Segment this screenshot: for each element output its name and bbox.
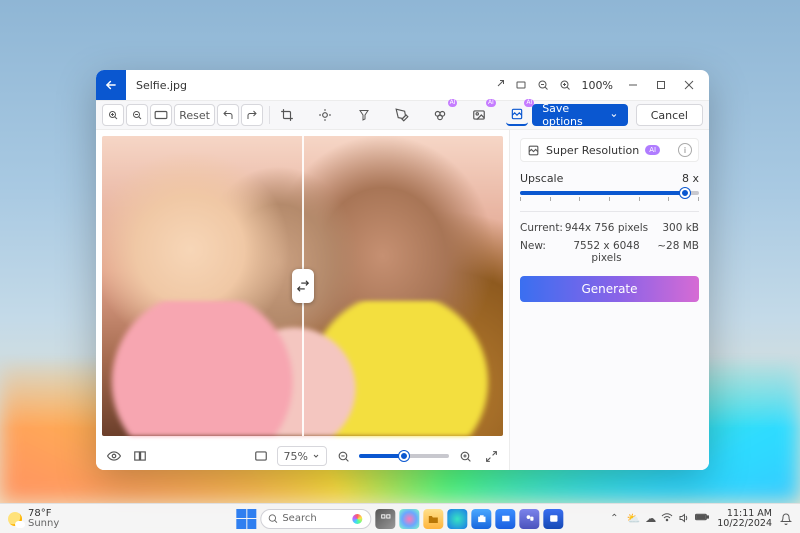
zoom-in-tool[interactable] (102, 104, 124, 126)
aspect-100-tool[interactable] (150, 104, 172, 126)
teams-icon[interactable] (520, 509, 540, 529)
chevron-down-icon (610, 111, 618, 120)
canvas-zoom-dropdown[interactable]: 75% (277, 446, 327, 466)
super-resolution-panel: Super Resolution AI i Upscale 8 x Curren… (509, 130, 709, 470)
swap-horizontal-icon (296, 279, 310, 293)
weather-temp: 78°F (28, 509, 59, 519)
upscale-ticks (520, 197, 699, 201)
current-label: Current: (520, 222, 560, 234)
save-options-button[interactable]: Save options (532, 104, 628, 126)
canvas-bottom-bar: 75% (96, 442, 509, 470)
search-icon (267, 513, 278, 524)
filter-tool[interactable] (353, 104, 375, 126)
zoom-percent-display: 100% (582, 79, 613, 92)
windows-taskbar: 78°F Sunny Search ⌃ ⛅ ☁ 11:11 AM (0, 503, 800, 533)
slider-thumb[interactable] (399, 451, 409, 461)
photos-editor-window: Selfie.jpg 100% Reset (96, 70, 709, 470)
visibility-toggle[interactable] (104, 446, 124, 466)
edge-browser-icon[interactable] (448, 509, 468, 529)
generate-button[interactable]: Generate (520, 276, 699, 302)
system-tray[interactable]: ⛅ ☁ (627, 512, 710, 525)
file-name: Selfie.jpg (136, 79, 187, 92)
compare-icon[interactable] (130, 446, 150, 466)
open-external-icon[interactable] (488, 73, 510, 97)
canvas-area: 75% (96, 130, 509, 470)
upscale-value: 8 x (682, 172, 699, 185)
adjust-tool[interactable] (314, 104, 336, 126)
canvas-zoom-slider[interactable] (359, 454, 449, 458)
current-dimensions: 944x 756 pixels (560, 222, 653, 234)
volume-icon[interactable] (678, 512, 690, 525)
taskbar-search[interactable]: Search (260, 509, 371, 529)
ai-badge-icon: AI (448, 99, 458, 107)
taskbar-right: ⌃ ⛅ ☁ 11:11 AM 10/22/2024 (610, 509, 800, 529)
panel-title: Super Resolution (546, 144, 639, 157)
resolution-stats: Current: 944x 756 pixels 300 kB New: 755… (520, 222, 699, 264)
zoom-out-icon[interactable] (532, 73, 554, 97)
panel-header: Super Resolution AI i (520, 138, 699, 162)
canvas-zoom-in[interactable] (455, 446, 475, 466)
new-label: New: (520, 240, 560, 264)
comparison-handle[interactable] (292, 269, 314, 303)
search-highlight-icon (353, 514, 363, 524)
task-view-icon[interactable] (376, 509, 396, 529)
content-area: 75% Super Resolution AI i Upscale 8 x (96, 130, 709, 470)
new-size: ~28 MB (653, 240, 699, 264)
window-minimize-button[interactable] (619, 73, 647, 97)
notifications-icon[interactable] (780, 513, 792, 525)
weather-condition: Sunny (28, 519, 59, 529)
info-icon[interactable]: i (678, 143, 692, 157)
start-button[interactable] (236, 509, 256, 529)
ai-badge-icon: AI (524, 99, 534, 107)
upscale-label: Upscale (520, 172, 563, 185)
slider-thumb[interactable] (680, 188, 690, 198)
onedrive-sync-icon[interactable]: ☁ (645, 512, 656, 525)
wifi-icon[interactable] (661, 512, 673, 525)
chevron-down-icon (312, 452, 320, 460)
titlebar: Selfie.jpg 100% (96, 70, 709, 100)
weather-widget[interactable]: 78°F Sunny (0, 509, 59, 529)
photos-app-icon[interactable] (544, 509, 564, 529)
canvas-zoom-out[interactable] (333, 446, 353, 466)
zoom-in-icon[interactable] (554, 73, 576, 97)
outlook-icon[interactable] (496, 509, 516, 529)
ai-badge: AI (645, 145, 660, 155)
file-explorer-icon[interactable] (424, 509, 444, 529)
reset-button[interactable]: Reset (174, 104, 215, 126)
erase-tool[interactable]: AI (429, 104, 451, 126)
weather-icon (8, 512, 22, 526)
toolbar-divider (269, 106, 270, 124)
battery-icon[interactable] (695, 512, 709, 525)
window-maximize-button[interactable] (647, 73, 675, 97)
crop-tool[interactable] (276, 104, 298, 126)
onedrive-icon[interactable]: ⛅ (627, 512, 641, 525)
undo-button[interactable] (217, 104, 239, 126)
fullscreen-icon[interactable] (481, 446, 501, 466)
panel-divider (520, 211, 699, 212)
cancel-button[interactable]: Cancel (636, 104, 703, 126)
super-resolution-tool[interactable]: AI (506, 104, 528, 126)
clock-date: 10/22/2024 (717, 519, 772, 529)
current-size: 300 kB (653, 222, 699, 234)
background-tool[interactable]: AI (468, 104, 490, 126)
super-resolution-icon (527, 144, 540, 157)
fit-window-icon[interactable] (251, 446, 271, 466)
search-placeholder: Search (282, 513, 316, 524)
tray-chevron-icon[interactable]: ⌃ (610, 513, 618, 524)
ai-badge-icon: AI (486, 99, 496, 107)
fit-screen-icon[interactable] (510, 73, 532, 97)
upscale-slider[interactable] (520, 191, 699, 195)
new-dimensions: 7552 x 6048 pixels (560, 240, 653, 264)
clock-time: 11:11 AM (717, 509, 772, 519)
zoom-out-tool[interactable] (126, 104, 148, 126)
taskbar-center: Search (236, 509, 563, 529)
taskbar-clock[interactable]: 11:11 AM 10/22/2024 (717, 509, 772, 529)
window-close-button[interactable] (675, 73, 703, 97)
markup-tool[interactable] (391, 104, 413, 126)
edit-toolbar: Reset AI AI AI Save options Cancel (96, 100, 709, 130)
microsoft-store-icon[interactable] (472, 509, 492, 529)
back-button[interactable] (96, 70, 126, 100)
copilot-icon[interactable] (400, 509, 420, 529)
redo-button[interactable] (241, 104, 263, 126)
